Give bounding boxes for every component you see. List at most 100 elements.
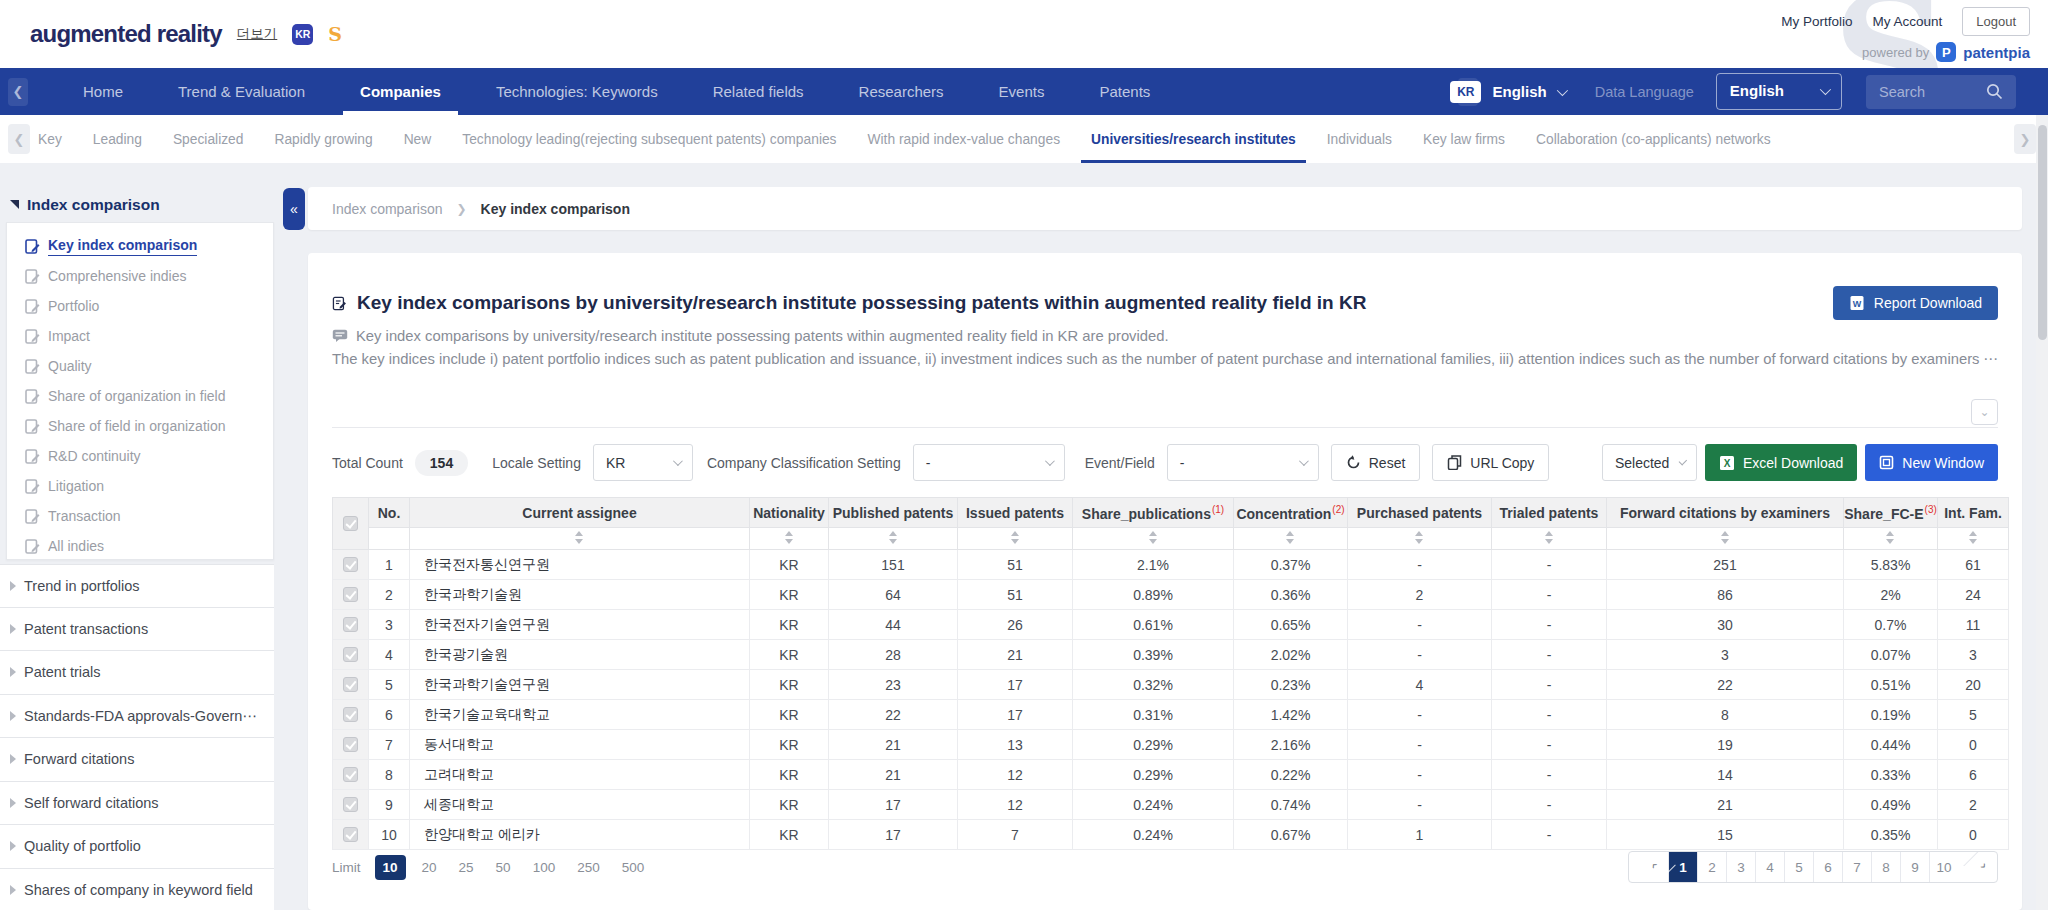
sort-icon[interactable]: [1149, 531, 1158, 544]
my-portfolio-link[interactable]: My Portfolio: [1781, 14, 1852, 29]
subtab-key-law-firms[interactable]: Key law firms: [1423, 115, 1505, 163]
my-account-link[interactable]: My Account: [1872, 14, 1942, 29]
subtab-key[interactable]: Key: [38, 115, 62, 163]
description-expand-button[interactable]: ⌄: [1971, 399, 1998, 425]
url-copy-button[interactable]: URL Copy: [1432, 444, 1549, 481]
row-checkbox[interactable]: [343, 707, 358, 722]
sidebar-item-all-indies[interactable]: All indies: [7, 531, 273, 561]
column-header-nationality[interactable]: Nationality: [750, 498, 829, 528]
sort-icon[interactable]: [1011, 531, 1020, 544]
sort-icon[interactable]: [785, 531, 794, 544]
sidebar-item-share-of-organization-in-field[interactable]: Share of organization in field: [7, 381, 273, 411]
patentpia-brand[interactable]: patentpia: [1963, 44, 2030, 61]
ui-language-label[interactable]: English: [1492, 83, 1546, 100]
limit-option-250[interactable]: 250: [577, 860, 600, 875]
row-checkbox[interactable]: [343, 647, 358, 662]
sort-icon[interactable]: [575, 531, 584, 544]
nav-item-patents[interactable]: Patents: [1099, 68, 1150, 115]
row-checkbox[interactable]: [343, 827, 358, 842]
limit-option-100[interactable]: 100: [533, 860, 556, 875]
column-header-share-fc-e[interactable]: Share_FC-E(3): [1844, 498, 1938, 528]
sidebar-section-patent-transactions[interactable]: Patent transactions: [0, 608, 274, 652]
row-checkbox[interactable]: [343, 677, 358, 692]
assignee-cell[interactable]: 한국전자기술연구원: [410, 610, 750, 640]
assignee-cell[interactable]: 한국과학기술연구원: [410, 670, 750, 700]
limit-option-25[interactable]: 25: [459, 860, 474, 875]
page-7[interactable]: 7: [1842, 852, 1871, 882]
column-header-forward-citations-by-examiners[interactable]: Forward citations by examiners: [1607, 498, 1844, 528]
assignee-cell[interactable]: 한양대학교 에리카: [410, 820, 750, 850]
nav-item-technologies-keywords[interactable]: Technologies: Keywords: [496, 68, 658, 115]
sidebar-section-shares-of-company-in-keyword-field[interactable]: Shares of company in keyword field: [0, 869, 274, 910]
subtab-leading[interactable]: Leading: [93, 115, 142, 163]
sidebar-section-patent-trials[interactable]: Patent trials: [0, 651, 274, 695]
assignee-cell[interactable]: 동서대학교: [410, 730, 750, 760]
sort-icon[interactable]: [889, 531, 898, 544]
sort-icon[interactable]: [1721, 531, 1730, 544]
column-header-published-patents[interactable]: Published patents: [829, 498, 958, 528]
sidebar-item-transaction[interactable]: Transaction: [7, 501, 273, 531]
column-header-share-publications[interactable]: Share_publications(1): [1073, 498, 1234, 528]
reset-button[interactable]: Reset: [1331, 444, 1421, 481]
column-header-concentration[interactable]: Concentration(2): [1234, 498, 1348, 528]
sidebar-section-self-forward-citations[interactable]: Self forward citations: [0, 782, 274, 826]
assignee-cell[interactable]: 세종대학교: [410, 790, 750, 820]
vertical-scrollbar[interactable]: [2036, 115, 2048, 910]
assignee-cell[interactable]: 한국전자통신연구원: [410, 550, 750, 580]
sidebar-section-trend-in-portfolios[interactable]: Trend in portfolios: [0, 564, 274, 608]
limit-option-50[interactable]: 50: [496, 860, 511, 875]
page-8[interactable]: 8: [1871, 852, 1900, 882]
sort-icon[interactable]: [1286, 531, 1295, 544]
nav-item-trend-evaluation[interactable]: Trend & Evaluation: [178, 68, 305, 115]
sidebar-section-forward-citations[interactable]: Forward citations: [0, 738, 274, 782]
row-checkbox[interactable]: [343, 617, 358, 632]
sidebar-collapse-button[interactable]: «: [283, 188, 305, 230]
page-3[interactable]: 3: [1726, 852, 1755, 882]
column-header-int-fam-[interactable]: Int. Fam.: [1938, 498, 2009, 528]
subtab-technology-leading-rejecting-subsequent-[interactable]: Technology leading(rejecting subsequent …: [462, 115, 836, 163]
page-10[interactable]: 10: [1929, 852, 1958, 882]
row-checkbox[interactable]: [343, 557, 358, 572]
page-5[interactable]: 5: [1784, 852, 1813, 882]
sidebar-item-litigation[interactable]: Litigation: [7, 471, 273, 501]
new-window-button[interactable]: New Window: [1865, 444, 1998, 481]
subtab-universities-research-institutes[interactable]: Universities/research institutes: [1091, 115, 1296, 163]
nav-scroll-left-icon[interactable]: ❮: [8, 78, 28, 106]
limit-option-10[interactable]: 10: [375, 855, 406, 880]
logout-button[interactable]: Logout: [1962, 7, 2030, 36]
nav-item-researchers[interactable]: Researchers: [859, 68, 944, 115]
sidebar-section-quality-of-portfolio[interactable]: Quality of portfolio: [0, 825, 274, 869]
assignee-cell[interactable]: 한국과학기술원: [410, 580, 750, 610]
select-all-checkbox[interactable]: [343, 516, 358, 531]
nav-item-companies[interactable]: Companies: [360, 68, 441, 115]
assignee-cell[interactable]: 한국광기술원: [410, 640, 750, 670]
page-4[interactable]: 4: [1755, 852, 1784, 882]
row-checkbox[interactable]: [343, 737, 358, 752]
sidebar-item-comprehensive-indies[interactable]: Comprehensive indies: [7, 261, 273, 291]
page-2[interactable]: 2: [1697, 852, 1726, 882]
selected-filter-select[interactable]: Selected: [1602, 444, 1697, 481]
subtab-with-rapid-index-value-changes[interactable]: With rapid index-value changes: [868, 115, 1061, 163]
excel-download-button[interactable]: X Excel Download: [1705, 444, 1857, 481]
subtab-collaboration-co-applicants-networks[interactable]: Collaboration (co-applicants) networks: [1536, 115, 1771, 163]
tabs-scroll-left-icon[interactable]: ❮: [8, 124, 30, 154]
page-6[interactable]: 6: [1813, 852, 1842, 882]
sidebar-item-quality[interactable]: Quality: [7, 351, 273, 381]
locale-setting-select[interactable]: KR: [593, 444, 693, 481]
data-language-select[interactable]: English: [1716, 73, 1842, 110]
assignee-cell[interactable]: 한국기술교육대학교: [410, 700, 750, 730]
row-checkbox[interactable]: [343, 797, 358, 812]
subtab-specialized[interactable]: Specialized: [173, 115, 244, 163]
limit-option-20[interactable]: 20: [422, 860, 437, 875]
sidebar-section-standards-fda-approvals-govern-[interactable]: Standards-FDA approvals-Govern⋯: [0, 695, 274, 739]
report-download-button[interactable]: W Report Download: [1833, 286, 1998, 320]
nav-item-home[interactable]: Home: [83, 68, 123, 115]
event-field-select[interactable]: -: [1167, 444, 1319, 481]
tabs-scroll-right-icon[interactable]: ❯: [2014, 124, 2036, 154]
subtab-rapidly-growing[interactable]: Rapidly growing: [274, 115, 372, 163]
sidebar-item-r-d-continuity[interactable]: R&D continuity: [7, 441, 273, 471]
company-classification-select[interactable]: -: [913, 444, 1065, 481]
sort-icon[interactable]: [1886, 531, 1895, 544]
row-checkbox[interactable]: [343, 587, 358, 602]
assignee-cell[interactable]: 고려대학교: [410, 760, 750, 790]
